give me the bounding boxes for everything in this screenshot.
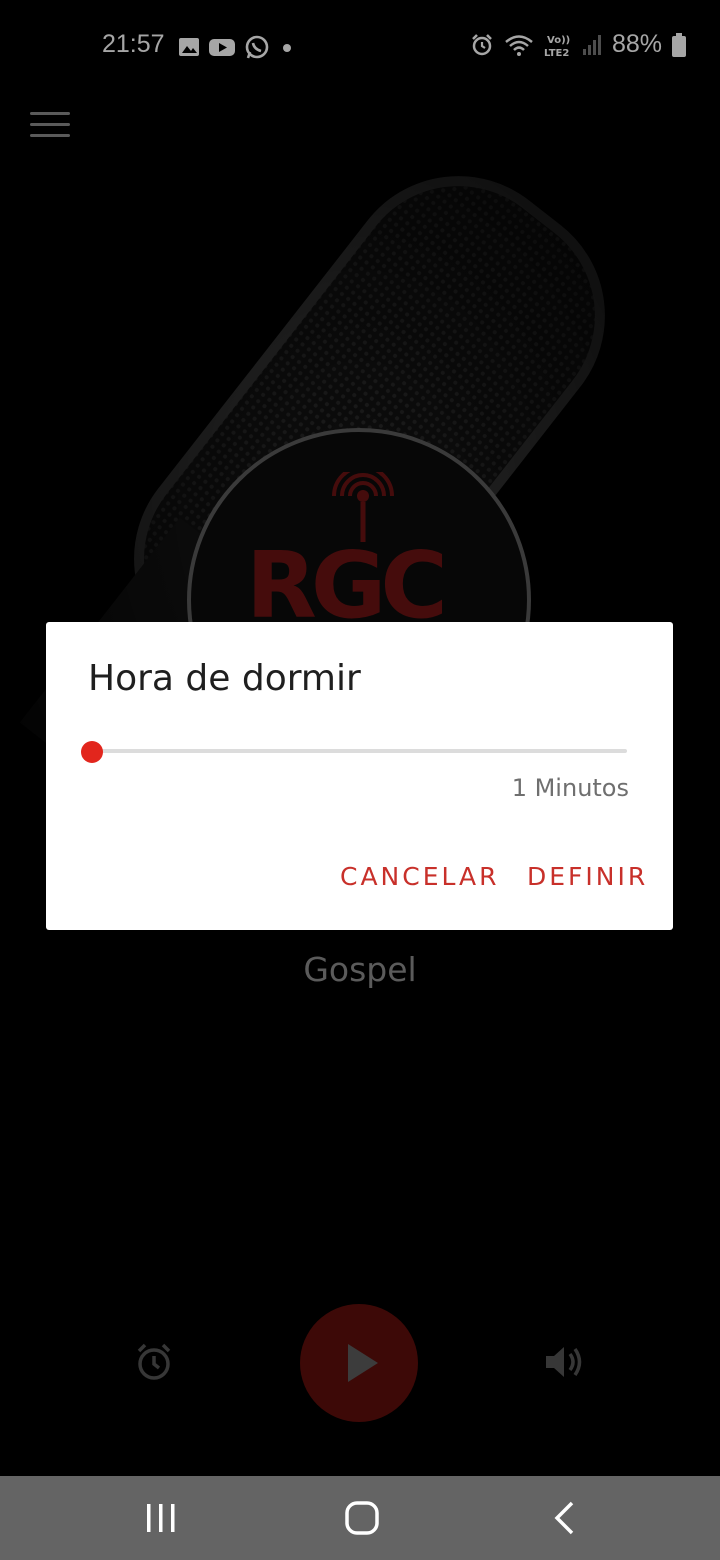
cancel-button[interactable]: CANCELAR: [340, 862, 500, 891]
define-button[interactable]: DEFINIR: [527, 862, 648, 891]
recent-apps-icon[interactable]: [144, 1502, 178, 1534]
sleep-timer-slider[interactable]: [92, 749, 627, 753]
system-navigation-bar: [0, 1476, 720, 1560]
dialog-title: Hora de dormir: [88, 658, 361, 699]
slider-value-label: 1 Minutos: [511, 774, 629, 802]
home-icon[interactable]: [344, 1500, 380, 1536]
back-icon[interactable]: [550, 1500, 578, 1536]
sleep-timer-dialog: Hora de dormir 1 Minutos CANCELAR DEFINI…: [46, 622, 673, 930]
slider-thumb[interactable]: [81, 741, 103, 763]
